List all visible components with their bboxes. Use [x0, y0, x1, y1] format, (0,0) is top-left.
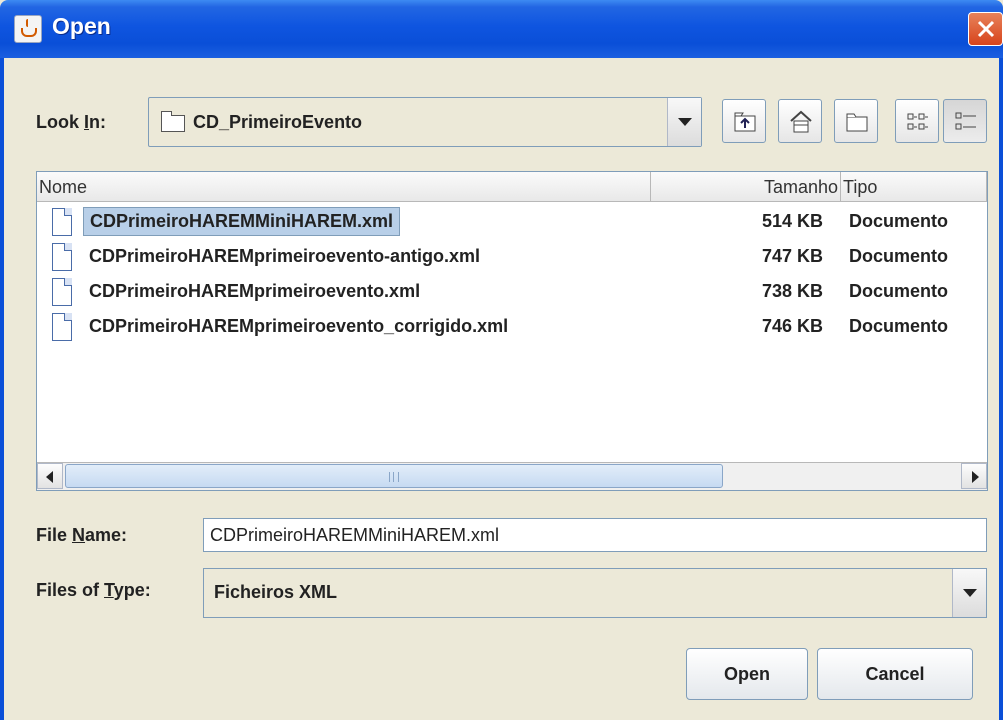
new-folder-icon: [846, 113, 868, 132]
scroll-right-icon[interactable]: [961, 463, 987, 489]
file-row[interactable]: CDPrimeiroHAREMprimeiroevento-antigo.xml…: [37, 240, 987, 274]
file-size-cell: 747 KB: [761, 246, 823, 266]
file-type-cell: Documento: [849, 316, 948, 336]
details-view-icon: [955, 112, 976, 130]
column-header-type[interactable]: Tipo: [841, 172, 987, 202]
chevron-down-icon[interactable]: [667, 98, 701, 146]
up-one-level-button[interactable]: [722, 99, 766, 143]
window-border-left: [0, 58, 4, 720]
file-size-cell: 514 KB: [761, 211, 823, 231]
scroll-left-icon[interactable]: [37, 463, 63, 489]
details-view-button[interactable]: [943, 99, 987, 143]
list-view-button[interactable]: [895, 99, 939, 143]
horizontal-scrollbar[interactable]: [37, 462, 987, 490]
close-button[interactable]: [968, 12, 1003, 46]
open-button[interactable]: Open: [686, 648, 808, 700]
file-type-cell: Documento: [849, 246, 948, 266]
file-row[interactable]: CDPrimeiroHAREMprimeiroevento_corrigido.…: [37, 310, 987, 344]
file-type-cell: Documento: [849, 281, 948, 301]
file-row[interactable]: CDPrimeiroHAREMprimeiroevento.xml 738 KB…: [37, 275, 987, 309]
title-bar[interactable]: Open: [0, 0, 1003, 58]
file-type-cell: Documento: [849, 211, 948, 231]
column-header-name[interactable]: Nome: [37, 172, 651, 202]
folder-icon: [161, 111, 185, 132]
list-view-icon: [907, 113, 928, 130]
cancel-button[interactable]: Cancel: [817, 648, 973, 700]
window-title: Open: [52, 13, 111, 39]
up-one-level-icon: [734, 112, 756, 132]
chevron-down-icon[interactable]: [952, 569, 986, 617]
file-type-value: Ficheiros XML: [214, 582, 338, 602]
grip-icon: [389, 472, 399, 482]
close-icon: [977, 20, 995, 38]
file-type-combo[interactable]: Ficheiros XML: [203, 568, 987, 618]
look-in-combo[interactable]: CD_PrimeiroEvento: [148, 97, 702, 147]
file-name-cell: CDPrimeiroHAREMMiniHAREM.xml: [83, 207, 401, 236]
column-header-size[interactable]: Tamanho: [651, 172, 841, 202]
file-size-cell: 746 KB: [761, 316, 823, 336]
file-type-label: Files of Type:: [36, 580, 151, 600]
file-name-cell: CDPrimeiroHAREMprimeiroevento.xml: [89, 281, 421, 301]
java-cup-icon: [14, 15, 42, 43]
file-icon: [52, 243, 72, 271]
new-folder-button[interactable]: [834, 99, 878, 143]
file-icon: [52, 208, 72, 236]
file-icon: [52, 278, 72, 306]
scrollbar-thumb[interactable]: [65, 464, 723, 488]
home-button[interactable]: [778, 99, 822, 143]
look-in-label: Look In:: [36, 112, 107, 132]
file-icon: [52, 313, 72, 341]
home-icon: [790, 110, 812, 133]
file-name-field[interactable]: [203, 518, 987, 552]
file-row[interactable]: CDPrimeiroHAREMMiniHAREM.xml 514 KB Docu…: [37, 205, 987, 239]
file-list[interactable]: Nome Tamanho Tipo CDPrimeiroHAREMMiniHAR…: [36, 171, 988, 491]
file-size-cell: 738 KB: [761, 281, 823, 301]
window-border-right: [999, 58, 1003, 720]
look-in-value: CD_PrimeiroEvento: [193, 112, 363, 132]
file-name-cell: CDPrimeiroHAREMprimeiroevento-antigo.xml: [89, 246, 481, 266]
file-name-cell: CDPrimeiroHAREMprimeiroevento_corrigido.…: [89, 316, 509, 336]
file-name-label: File Name:: [36, 525, 128, 545]
open-dialog: Open Look In: CD_PrimeiroEvento Nome Tam…: [0, 0, 1003, 720]
